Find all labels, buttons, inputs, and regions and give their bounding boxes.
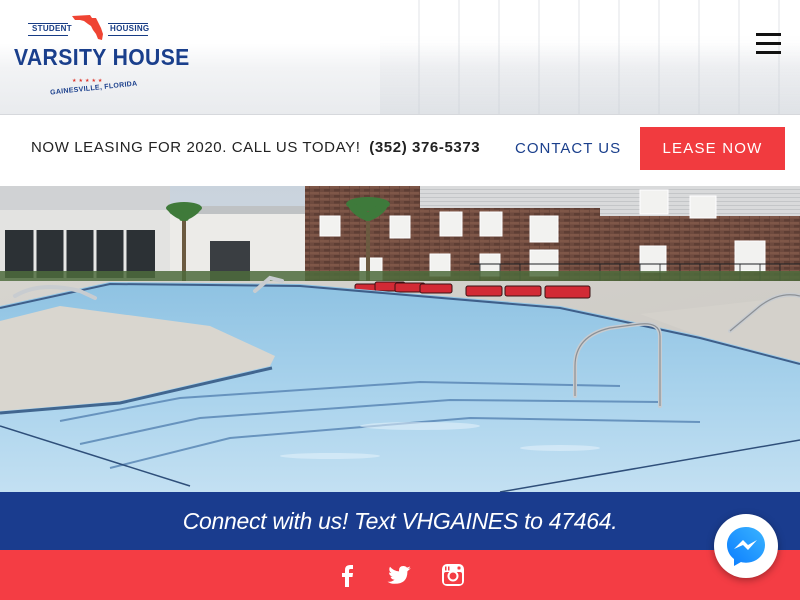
twitter-icon[interactable] — [387, 562, 413, 588]
messenger-icon — [727, 527, 765, 566]
logo-rule — [28, 35, 68, 36]
instagram-icon[interactable] — [440, 562, 466, 588]
header-background-image — [380, 0, 800, 114]
logo-word-housing: HOUSING — [110, 24, 150, 33]
logo-name: VARSITY HOUSE — [14, 44, 190, 70]
hero-pool-image — [0, 186, 800, 492]
logo-stars: ★★★★★ — [72, 78, 105, 84]
logo-word-student: STUDENT — [32, 24, 72, 33]
phone-number[interactable]: (352) 376-5373 — [369, 139, 480, 156]
contact-us-link[interactable]: CONTACT US — [515, 140, 621, 157]
logo-rule — [108, 35, 148, 36]
connect-bar: Connect with us! Text VHGAINES to 47464. — [0, 492, 800, 550]
florida-state-icon — [72, 15, 103, 40]
logo[interactable]: STUDENT HOUSING VARSITY HOUSE ★★★★★ GAIN… — [14, 12, 190, 102]
messenger-button[interactable] — [714, 514, 778, 578]
social-bar — [0, 550, 800, 600]
leasing-message: NOW LEASING FOR 2020. CALL US TODAY! (35… — [31, 139, 480, 156]
site-header: STUDENT HOUSING VARSITY HOUSE ★★★★★ GAIN… — [0, 0, 800, 115]
menu-bar — [756, 42, 781, 45]
menu-bar — [756, 51, 781, 54]
lease-now-button[interactable]: LEASE NOW — [640, 127, 785, 170]
connect-text: Connect with us! Text VHGAINES to 47464. — [182, 507, 618, 534]
facebook-icon[interactable] — [335, 562, 361, 588]
menu-bar — [756, 33, 781, 36]
hamburger-menu-icon[interactable] — [756, 33, 781, 54]
leasing-message-text: NOW LEASING FOR 2020. CALL US TODAY! — [31, 139, 361, 156]
pool-photo — [0, 186, 800, 492]
leasing-bar: NOW LEASING FOR 2020. CALL US TODAY! (35… — [0, 124, 800, 186]
